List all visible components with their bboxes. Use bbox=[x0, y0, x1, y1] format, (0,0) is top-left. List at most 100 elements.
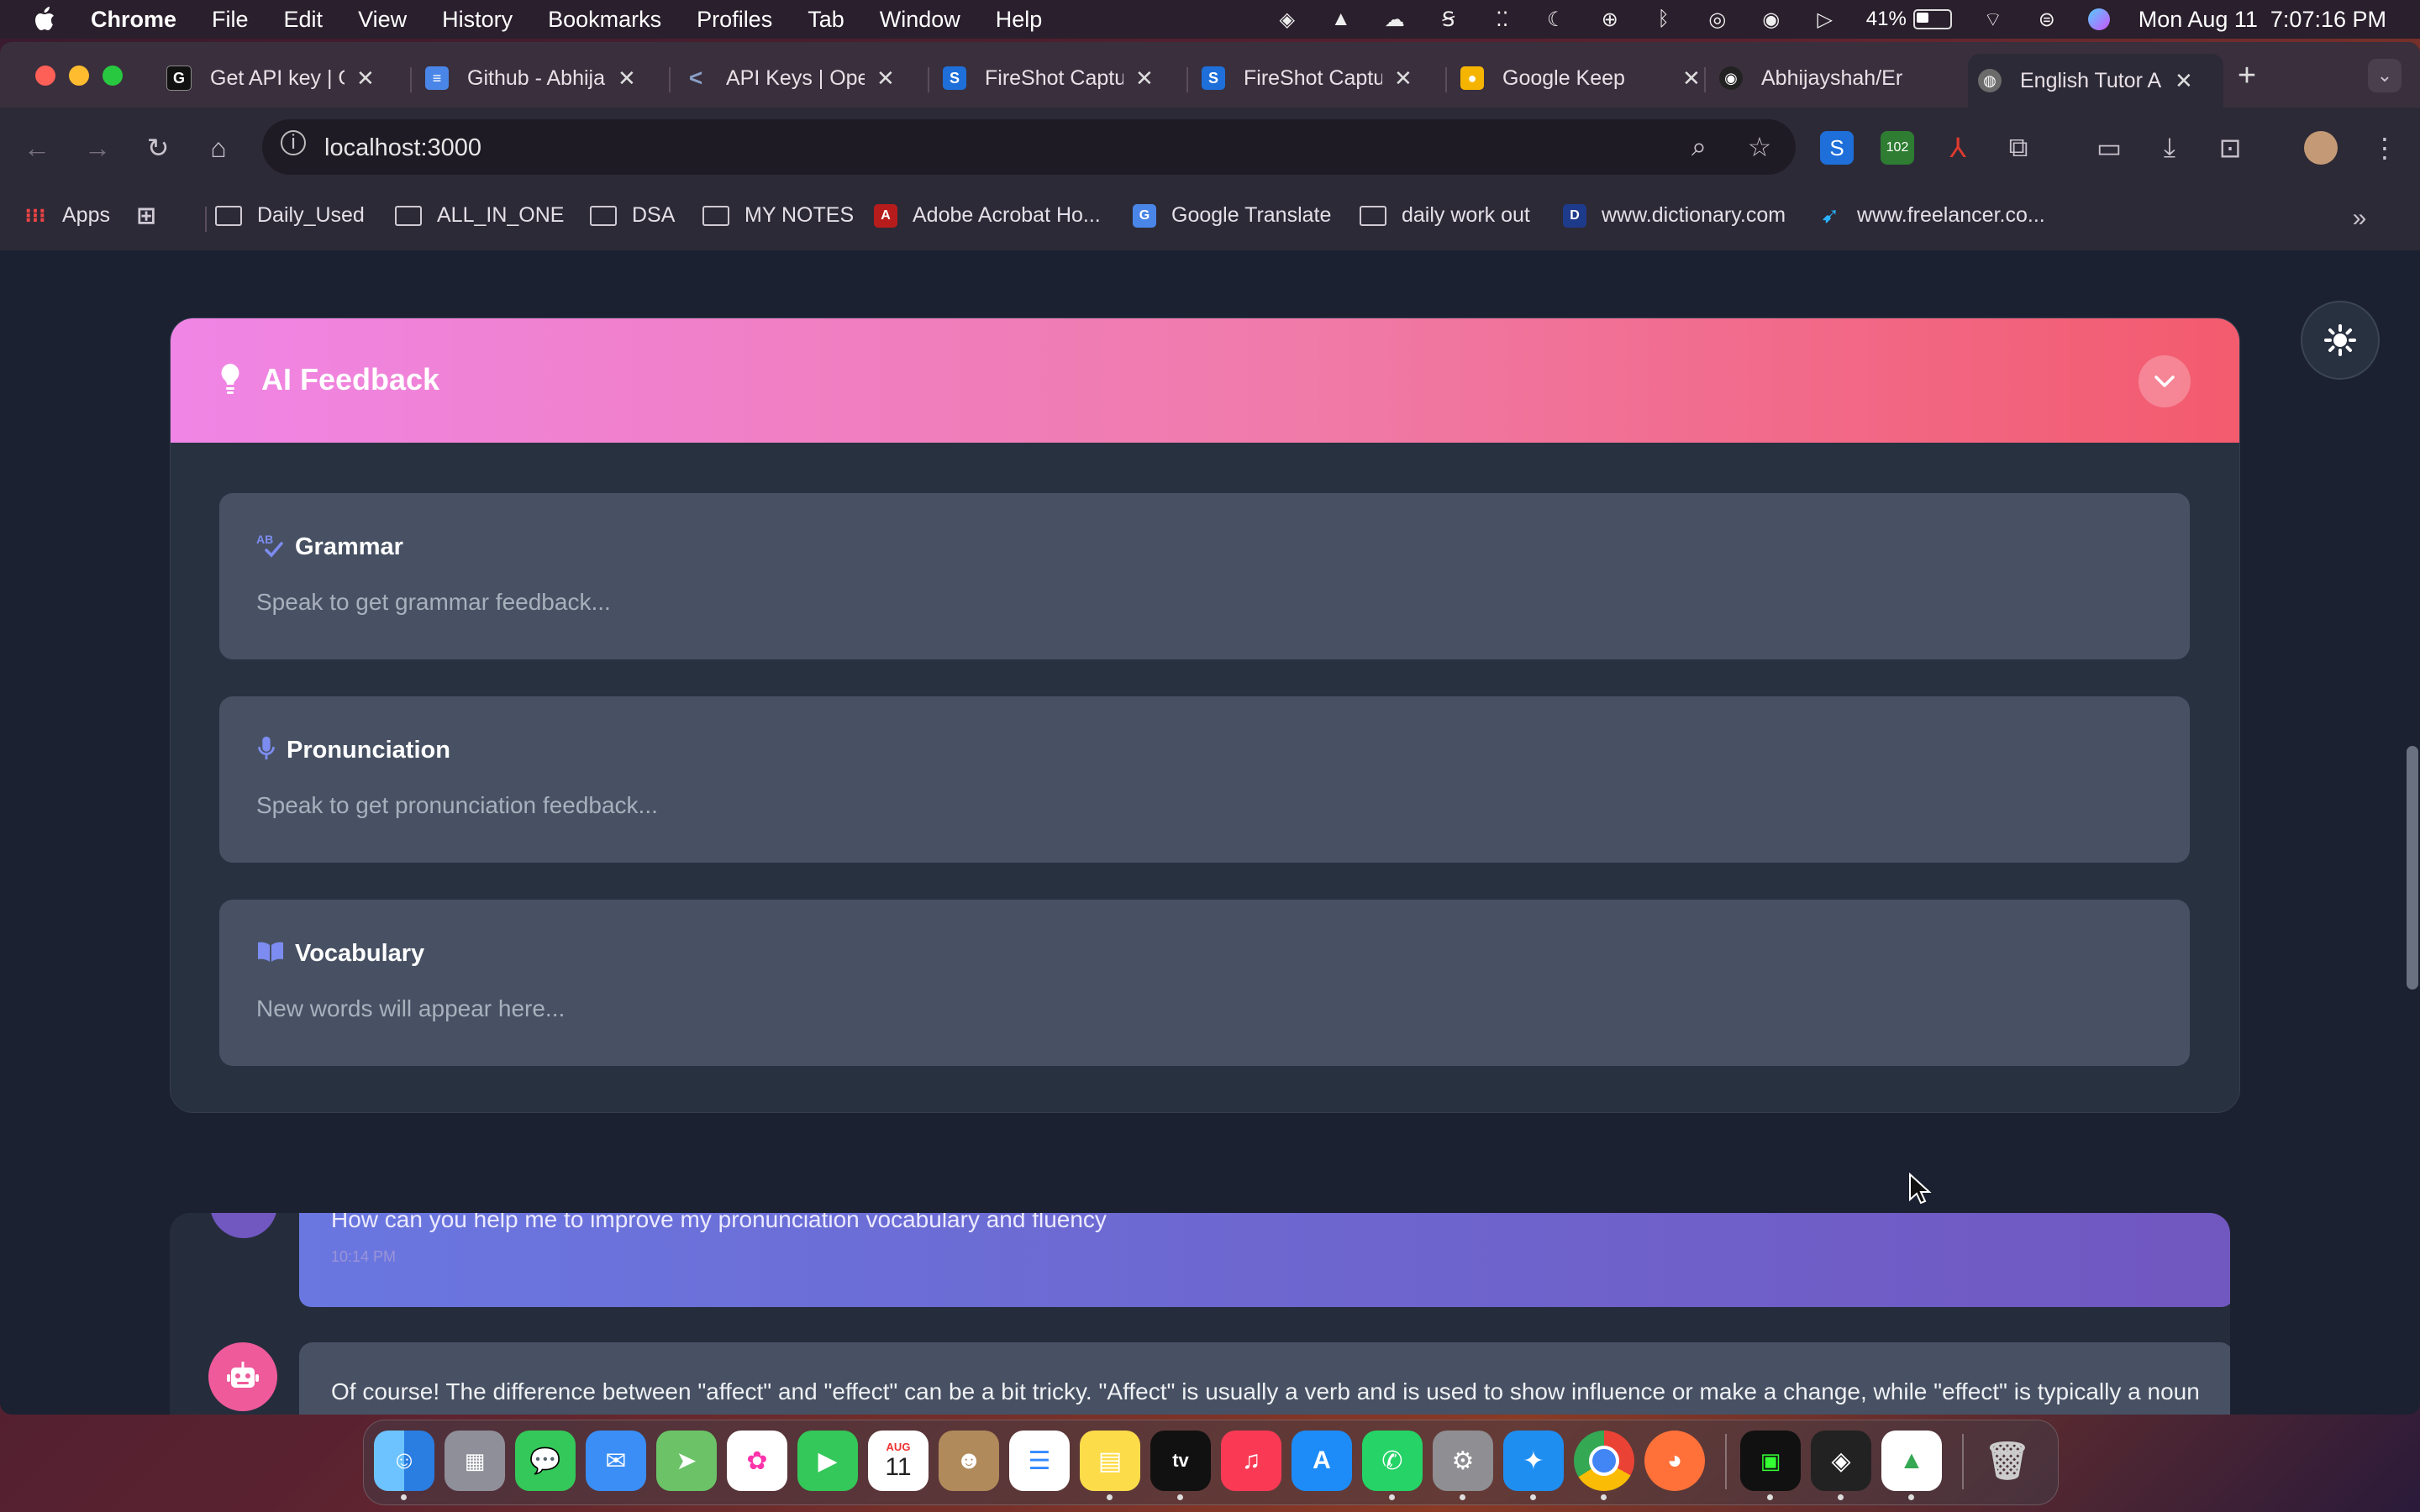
photos-icon[interactable]: ✿ bbox=[727, 1431, 787, 1491]
profile-avatar[interactable] bbox=[2304, 131, 2338, 165]
menu-history[interactable]: History bbox=[442, 7, 513, 33]
system-settings-icon[interactable]: ⚙ bbox=[1433, 1431, 1493, 1491]
stack-icon[interactable]: ◈ bbox=[1275, 7, 1300, 32]
site-info-icon[interactable]: i bbox=[281, 130, 306, 155]
minimize-window-button[interactable] bbox=[69, 66, 89, 86]
menu-view[interactable]: View bbox=[358, 7, 407, 33]
close-tab-icon[interactable]: ✕ bbox=[2175, 68, 2193, 94]
accessibility-icon[interactable]: ⊕ bbox=[1597, 7, 1623, 32]
reminders-icon[interactable]: ☰ bbox=[1009, 1431, 1070, 1491]
launchpad-icon[interactable]: ▦ bbox=[445, 1431, 505, 1491]
close-tab-icon[interactable]: ✕ bbox=[876, 66, 895, 92]
notes-icon[interactable]: ▤ bbox=[1080, 1431, 1140, 1491]
close-tab-icon[interactable]: ✕ bbox=[618, 66, 636, 92]
dots-icon[interactable]: ⁚⁚ bbox=[1490, 7, 1515, 32]
theme-toggle-button[interactable] bbox=[2301, 301, 2380, 380]
music-icon[interactable]: ♫ bbox=[1221, 1431, 1281, 1491]
chrome-icon[interactable] bbox=[1574, 1431, 1634, 1491]
menu-profiles[interactable]: Profiles bbox=[697, 7, 772, 33]
drive-icon[interactable]: ▲ bbox=[1328, 7, 1354, 32]
menu-clock[interactable]: Mon Aug 11 7:07:16 PM bbox=[2139, 7, 2386, 33]
acrobat-extension-icon[interactable]: ⅄ bbox=[1941, 131, 1975, 165]
home-icon[interactable]: ⌂ bbox=[202, 131, 235, 165]
menu-file[interactable]: File bbox=[212, 7, 249, 33]
google-drive-icon[interactable]: ▲ bbox=[1881, 1431, 1942, 1491]
contacts-icon[interactable]: ☻ bbox=[939, 1431, 999, 1491]
screenshot-icon[interactable]: ⊡ bbox=[2213, 131, 2247, 165]
terminal-app-icon[interactable]: ▣ bbox=[1740, 1431, 1801, 1491]
messages-icon[interactable]: 💬 bbox=[515, 1431, 576, 1491]
bluetooth-icon[interactable]: ᛒ bbox=[1651, 7, 1676, 32]
bookmark-google-translate[interactable]: G Google Translate bbox=[1133, 203, 1331, 228]
reload-icon[interactable]: ↻ bbox=[141, 131, 175, 165]
firefox-icon[interactable]: ◕ bbox=[1644, 1431, 1705, 1491]
apple-tv-icon[interactable]: tv bbox=[1150, 1431, 1211, 1491]
apple-icon[interactable] bbox=[34, 7, 55, 32]
menu-help[interactable]: Help bbox=[996, 7, 1043, 33]
menu-tab[interactable]: Tab bbox=[808, 7, 844, 33]
cube-app-icon[interactable]: ◈ bbox=[1811, 1431, 1871, 1491]
bookmark-grid[interactable]: ⊞ bbox=[134, 202, 173, 228]
maps-icon[interactable]: ➤ bbox=[656, 1431, 717, 1491]
finder-icon[interactable]: ☺ bbox=[374, 1431, 434, 1491]
wifi-icon[interactable]: ⌔ bbox=[1981, 7, 2006, 32]
facetime-icon[interactable]: ▶ bbox=[797, 1431, 858, 1491]
play-icon[interactable]: ▷ bbox=[1812, 7, 1838, 32]
fireshot-extension-icon[interactable]: S bbox=[1820, 131, 1854, 165]
tab-english-tutor[interactable]: ◍ English Tutor A ✕ bbox=[1968, 54, 2223, 108]
feedback-header[interactable]: AI Feedback bbox=[171, 318, 2239, 443]
collapse-button[interactable] bbox=[2139, 355, 2191, 407]
close-window-button[interactable] bbox=[35, 66, 55, 86]
airdrop-icon[interactable]: ◎ bbox=[1705, 7, 1730, 32]
bookmark-daily-work-out[interactable]: daily work out bbox=[1360, 203, 1530, 228]
bookmark-dictionary[interactable]: D www.dictionary.com bbox=[1563, 203, 1786, 228]
maximize-window-button[interactable] bbox=[103, 66, 123, 86]
bookmark-my-notes[interactable]: MY NOTES bbox=[702, 203, 854, 228]
more-bookmarks-icon[interactable]: » bbox=[2343, 202, 2376, 235]
safari-icon[interactable]: ✦ bbox=[1503, 1431, 1564, 1491]
more-menu-icon[interactable]: ⋮ bbox=[2368, 131, 2402, 165]
user-icon[interactable]: ◉ bbox=[1759, 7, 1784, 32]
bookmark-all-in-one[interactable]: ALL_IN_ONE bbox=[395, 203, 564, 228]
extension-badge-icon[interactable]: 102 bbox=[1881, 131, 1914, 165]
menu-bookmarks[interactable]: Bookmarks bbox=[548, 7, 661, 33]
menu-app-name[interactable]: Chrome bbox=[91, 7, 176, 33]
calendar-icon[interactable]: AUG 11 bbox=[868, 1431, 929, 1491]
cloud-icon[interactable]: ☁ bbox=[1382, 7, 1407, 32]
tab-github-repo[interactable]: ◉ Abhijayshah/Er bbox=[1719, 54, 1904, 102]
back-icon[interactable]: ← bbox=[20, 131, 54, 165]
tab-api-keys-openai[interactable]: < API Keys | Ope ✕ bbox=[684, 54, 895, 102]
whatsapp-icon[interactable]: ✆ bbox=[1362, 1431, 1423, 1491]
menu-edit[interactable]: Edit bbox=[284, 7, 324, 33]
tab-fireshot-1[interactable]: S FireShot Captu ✕ bbox=[943, 54, 1154, 102]
bookmark-freelancer[interactable]: ➹ www.freelancer.co... bbox=[1818, 202, 2045, 228]
control-center-icon[interactable]: ⊜ bbox=[2034, 7, 2060, 32]
bookmark-star-icon[interactable]: ☆ bbox=[1743, 130, 1776, 164]
download-icon[interactable]: ⤓ bbox=[2153, 131, 2186, 165]
trash-icon[interactable]: 🗑 bbox=[1977, 1431, 2038, 1491]
new-tab-icon[interactable]: + bbox=[2230, 58, 2264, 93]
close-tab-icon[interactable]: ✕ bbox=[1135, 66, 1154, 92]
tab-github-doc[interactable]: ≡ Github - Abhija ✕ bbox=[425, 54, 636, 102]
bookmark-daily-used[interactable]: Daily_Used bbox=[215, 203, 365, 228]
cast-icon[interactable]: ▭ bbox=[2092, 131, 2126, 165]
shazam-icon[interactable]: Ꞩ bbox=[1436, 7, 1461, 32]
bookmark-adobe-acrobat[interactable]: A Adobe Acrobat Ho... bbox=[874, 203, 1101, 228]
tab-search-icon[interactable]: ⌄ bbox=[2368, 59, 2402, 92]
forward-icon[interactable]: → bbox=[81, 131, 114, 165]
menu-window[interactable]: Window bbox=[880, 7, 960, 33]
mail-icon[interactable]: ✉ bbox=[586, 1431, 646, 1491]
bookmark-apps[interactable]: ⁝⁝⁝ Apps bbox=[24, 203, 110, 228]
siri-icon[interactable] bbox=[2087, 8, 2110, 30]
close-tab-icon[interactable]: ✕ bbox=[1394, 66, 1413, 92]
close-tab-icon[interactable]: ✕ bbox=[1682, 66, 1701, 92]
moon-icon[interactable]: ☾ bbox=[1544, 7, 1569, 32]
address-bar[interactable]: i localhost:3000 ⌕ ☆ bbox=[262, 119, 1796, 175]
tab-api-key[interactable]: G Get API key | G ✕ bbox=[166, 54, 375, 102]
app-store-icon[interactable]: A bbox=[1292, 1431, 1352, 1491]
extensions-puzzle-icon[interactable]: ⧉ bbox=[2002, 131, 2035, 165]
tab-fireshot-2[interactable]: S FireShot Captu ✕ bbox=[1202, 54, 1413, 102]
bookmark-dsa[interactable]: DSA bbox=[590, 203, 675, 228]
tab-google-keep[interactable]: ● Google Keep ✕ bbox=[1460, 54, 1701, 102]
battery-indicator[interactable]: 41% bbox=[1866, 8, 1952, 31]
